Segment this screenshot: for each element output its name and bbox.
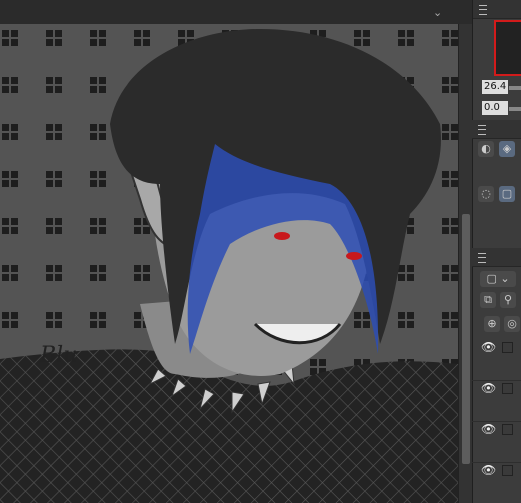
canvas-area[interactable]: Blu [0,24,458,503]
eye-icon[interactable]: 👁 [481,463,496,477]
layer-lock-checkbox[interactable] [502,465,513,476]
layer-lock-checkbox[interactable] [502,424,513,435]
layer-lock-checkbox[interactable] [502,342,513,353]
zoom-value-field[interactable]: 26.4 [482,80,508,94]
eye-icon[interactable]: 👁 [481,422,496,436]
rotate-slider[interactable] [509,107,521,111]
eye-icon[interactable]: 👁 [481,340,496,354]
left-eye [274,232,290,240]
artist-signature: Blu [39,343,77,368]
canvas-tab-bar: ⌄ [0,0,472,25]
lasso-icon[interactable]: ◌ [478,186,494,202]
lock-icon[interactable]: ⚲ [500,292,516,308]
layers-icon[interactable]: ◈ [499,141,515,157]
mask-icon[interactable]: ◎ [504,316,520,332]
chevron-down-icon[interactable]: ⌄ [433,6,442,19]
scrollbar-thumb[interactable] [462,214,470,464]
new-folder-icon[interactable]: ⊕ [484,316,500,332]
layer-row[interactable]: 👁 [472,422,521,463]
layer-row[interactable]: 👁 [472,340,521,381]
rotate-value-field[interactable]: 0.0 [482,101,508,115]
new-layer-icon[interactable]: ⧉ [480,292,496,308]
layer-row[interactable]: 👁 [472,381,521,422]
panel-menu-icon[interactable] [478,253,486,263]
navigator-preview[interactable] [494,20,521,76]
fill-icon[interactable]: ◐ [478,141,494,157]
layer-row[interactable]: 👁 [472,463,521,503]
blend-mode-select[interactable]: ▢ ⌄ [480,271,516,287]
selection-icon[interactable]: ▢ [499,186,515,202]
right-eye [346,252,362,260]
zoom-slider[interactable] [509,86,521,90]
eye-icon[interactable]: 👁 [481,381,496,395]
tool-property-panel-header [472,120,521,139]
panel-menu-icon[interactable] [479,5,487,15]
artwork: Blu [0,24,458,503]
canvas-vertical-scrollbar[interactable] [458,24,473,503]
layer-panel-header [472,248,521,267]
panel-menu-icon[interactable] [478,125,486,135]
navigator-panel-header [473,0,521,19]
layer-lock-checkbox[interactable] [502,383,513,394]
